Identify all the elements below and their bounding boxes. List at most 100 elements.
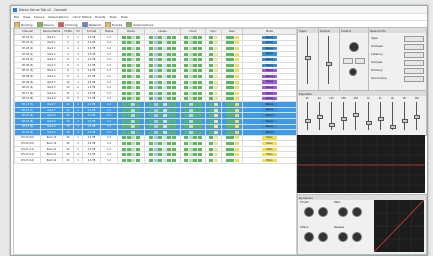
eq-band-fader[interactable] (328, 123, 335, 127)
channel-grid[interactable]: Channel Device Name TX/RX Ch Format Status Rou… (13, 27, 297, 255)
mute-button[interactable] (343, 58, 353, 64)
output-fader[interactable] (326, 62, 332, 66)
eq-band[interactable]: 125 (326, 97, 336, 133)
status-cell (153, 158, 158, 162)
status-cell (167, 80, 172, 84)
status-cell (126, 142, 131, 146)
dynamics-knob[interactable] (352, 232, 362, 242)
eq-band-fader[interactable] (414, 115, 421, 119)
status-cell (230, 114, 234, 118)
dynamics-knob[interactable] (318, 207, 328, 217)
status-cell (184, 41, 189, 45)
menu-item-subscriptions[interactable]: Subscriptions (48, 15, 68, 19)
status-cell (213, 153, 218, 157)
status-cell (162, 41, 167, 45)
status-cell (135, 80, 140, 84)
status-cell (230, 63, 234, 67)
status-cell (184, 147, 189, 151)
dynamics-knob[interactable] (318, 232, 328, 242)
eq-band[interactable]: 16k (412, 97, 422, 133)
status-cell (225, 158, 230, 162)
info-value[interactable] (404, 52, 424, 58)
status-cell (135, 52, 140, 56)
status-cell (162, 108, 167, 112)
menu-item-help[interactable]: Help (121, 15, 128, 19)
status-cell (126, 130, 131, 134)
dynamics-knob[interactable] (338, 207, 348, 217)
status-cell (209, 102, 214, 106)
solo-button[interactable] (355, 58, 365, 64)
status-cell (171, 74, 176, 78)
eq-band-fader[interactable] (316, 115, 323, 119)
info-value[interactable] (404, 68, 424, 74)
status-cell (122, 52, 127, 56)
dynamics-knob[interactable] (352, 207, 362, 217)
status-cell (171, 41, 176, 45)
info-value[interactable] (404, 44, 424, 50)
status-cell (162, 52, 167, 56)
status-cell (193, 46, 198, 50)
eq-band[interactable]: 2k (375, 97, 385, 133)
dynamics-knob[interactable] (304, 207, 314, 217)
status-cell (197, 142, 202, 146)
status-cell (153, 63, 158, 67)
status-cell (197, 80, 202, 84)
status-cell (225, 91, 230, 95)
status-cell (209, 119, 214, 123)
dynamics-label: Attack (300, 226, 309, 229)
status-cell (188, 86, 193, 90)
info-value[interactable] (404, 76, 424, 82)
status-cell (209, 58, 214, 62)
mode-badge: Stereo (262, 125, 277, 129)
status-cell (234, 102, 239, 106)
eq-band-fader[interactable] (389, 125, 396, 129)
eq-band-fader[interactable] (353, 113, 360, 117)
status-cell (209, 74, 214, 78)
status-cell (225, 80, 230, 84)
eq-band[interactable]: 32 (302, 97, 312, 133)
status-cell (234, 63, 239, 67)
eq-band[interactable]: 250 (339, 97, 349, 133)
eq-band[interactable]: 500 (351, 97, 361, 133)
menu-item-file[interactable]: File (14, 15, 19, 19)
status-cell (135, 102, 140, 106)
mode-badge: Stereo (262, 69, 277, 73)
eq-band[interactable]: 64 (314, 97, 324, 133)
input-fader[interactable] (305, 56, 311, 60)
eq-band-fader[interactable] (402, 119, 409, 123)
status-cell (197, 153, 202, 157)
status-cell (193, 119, 198, 123)
status-cell (234, 119, 239, 123)
status-cell (162, 91, 167, 95)
info-value[interactable] (404, 60, 424, 66)
status-cell (126, 46, 131, 50)
mode-cell[interactable]: Mono (242, 157, 296, 164)
eq-band[interactable]: 8k (400, 97, 410, 133)
eq-band[interactable]: 4k (387, 97, 397, 133)
menu-item-view[interactable]: View (23, 15, 30, 19)
dynamics-knob[interactable] (304, 232, 314, 242)
status-cell (193, 86, 198, 90)
menu-item-tools[interactable]: Tools (109, 15, 116, 19)
eq-band-fader[interactable] (304, 119, 311, 123)
menu-item-events[interactable]: Events (95, 15, 105, 19)
status-cell (162, 153, 167, 157)
status-cell (122, 63, 127, 67)
status-cell (149, 119, 154, 123)
status-cell (230, 52, 234, 56)
eq-band[interactable]: 1k (363, 97, 373, 133)
status-cell (209, 136, 214, 140)
pan-knob[interactable] (349, 68, 357, 76)
status-cell (126, 158, 131, 162)
info-value[interactable] (404, 36, 424, 42)
gain-knob[interactable] (349, 42, 359, 52)
status-cell (167, 147, 172, 151)
mode-badge: Stereo (262, 119, 277, 123)
eq-band-fader[interactable] (377, 117, 384, 121)
menu-item-device[interactable]: Device (34, 15, 44, 19)
eq-band-fader[interactable] (341, 117, 348, 121)
dynamics-knob[interactable] (338, 232, 348, 242)
eq-band-fader[interactable] (365, 121, 372, 125)
menu-item-clock-status[interactable]: Clock Status (73, 15, 92, 19)
table-row[interactable]: CH-23 (12) Rack 12 24 1 2.4 TB 1.2 Mono (14, 157, 296, 164)
